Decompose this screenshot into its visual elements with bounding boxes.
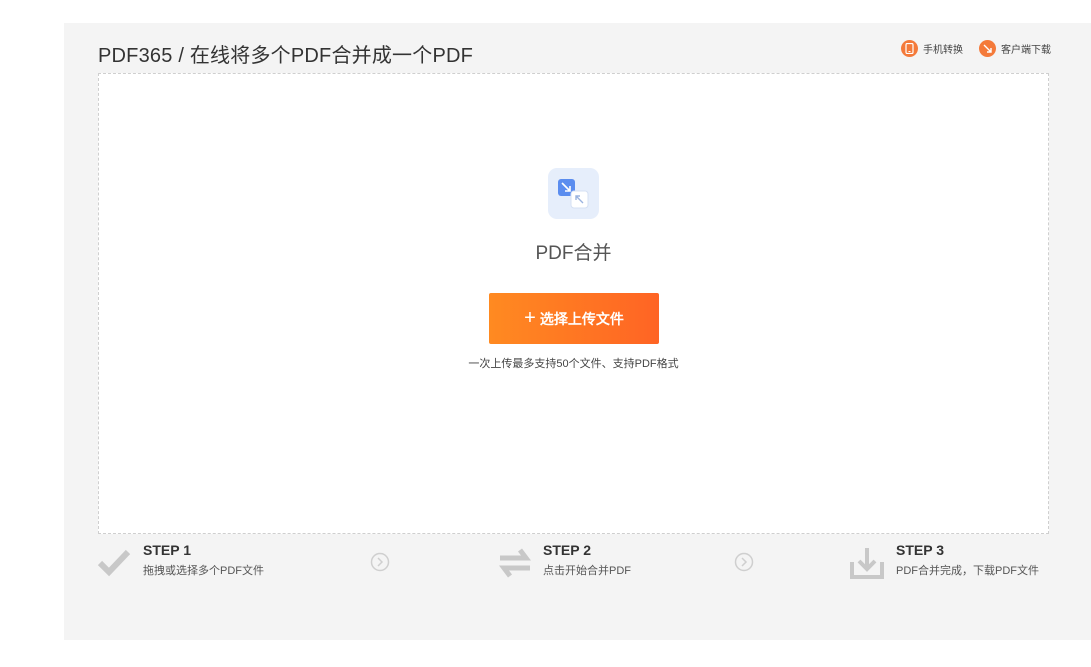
step-3-title: STEP 3 [896,542,944,558]
client-download-link[interactable]: 客户端下载 [979,40,1051,57]
client-download-label: 客户端下载 [1001,45,1051,56]
chevron-right-icon [370,552,390,572]
phone-icon [901,40,918,57]
download-client-icon [979,40,996,57]
page-title: PDF365 / 在线将多个PDF合并成一个PDF [98,45,474,67]
step-3: STEP 3 PDF合并完成，下载PDF文件 [849,542,1039,582]
step-3-desc: PDF合并完成，下载PDF文件 [896,565,1039,577]
step-2-desc: 点击开始合并PDF [543,565,631,577]
step-2-title: STEP 2 [543,542,591,558]
checkmark-icon [96,544,134,582]
plus-icon: + [524,306,536,329]
step-2: STEP 2 点击开始合并PDF [496,542,631,582]
upload-button[interactable]: + 选择上传文件 [489,293,659,344]
feature-name: PDF合并 [535,243,612,264]
top-links: 手机转换 客户端下载 [901,40,1051,57]
upload-dropzone[interactable]: PDF合并 + 选择上传文件 一次上传最多支持50个文件、支持PDF格式 [98,73,1049,534]
mobile-convert-label: 手机转换 [923,45,963,56]
upload-button-label: 选择上传文件 [539,310,624,327]
upload-hint: 一次上传最多支持50个文件、支持PDF格式 [468,358,679,370]
merge-icon [548,168,599,219]
step-1-desc: 拖拽或选择多个PDF文件 [143,565,264,577]
step-1: STEP 1 拖拽或选择多个PDF文件 [96,542,264,582]
download-tray-icon [849,544,887,582]
mobile-convert-link[interactable]: 手机转换 [901,40,963,57]
chevron-right-icon [734,552,754,572]
step-1-title: STEP 1 [143,542,191,558]
swap-arrows-icon [496,544,534,582]
